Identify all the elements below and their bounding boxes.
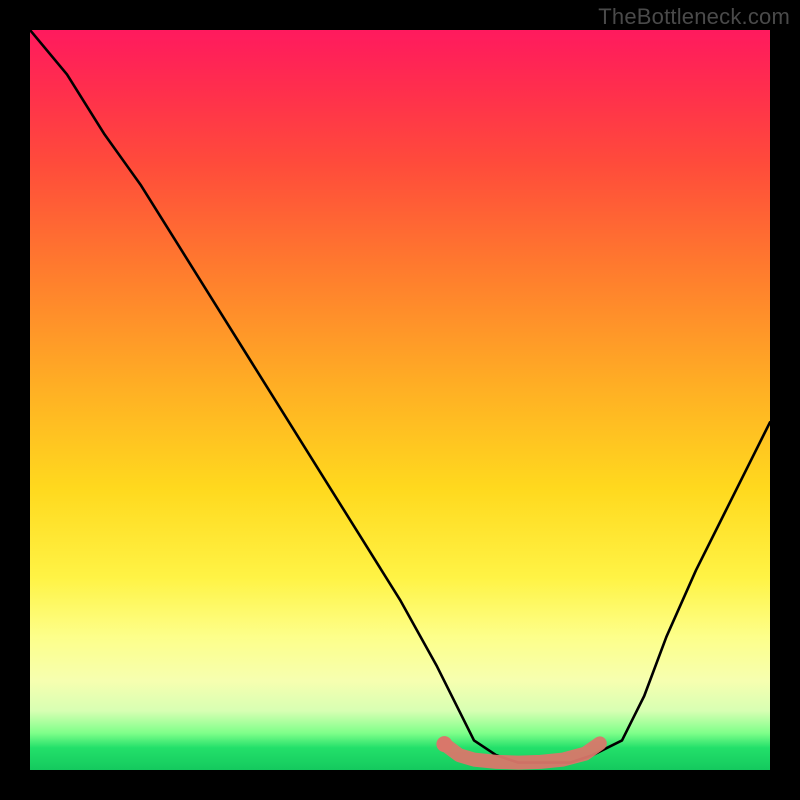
- sweet-spot-band: [444, 743, 599, 762]
- watermark-text: TheBottleneck.com: [598, 4, 790, 30]
- plot-area: [30, 30, 770, 770]
- curve-layer: [30, 30, 770, 770]
- chart-frame: TheBottleneck.com: [0, 0, 800, 800]
- bottleneck-curve: [30, 30, 770, 763]
- sweet-spot-start-dot: [436, 736, 452, 752]
